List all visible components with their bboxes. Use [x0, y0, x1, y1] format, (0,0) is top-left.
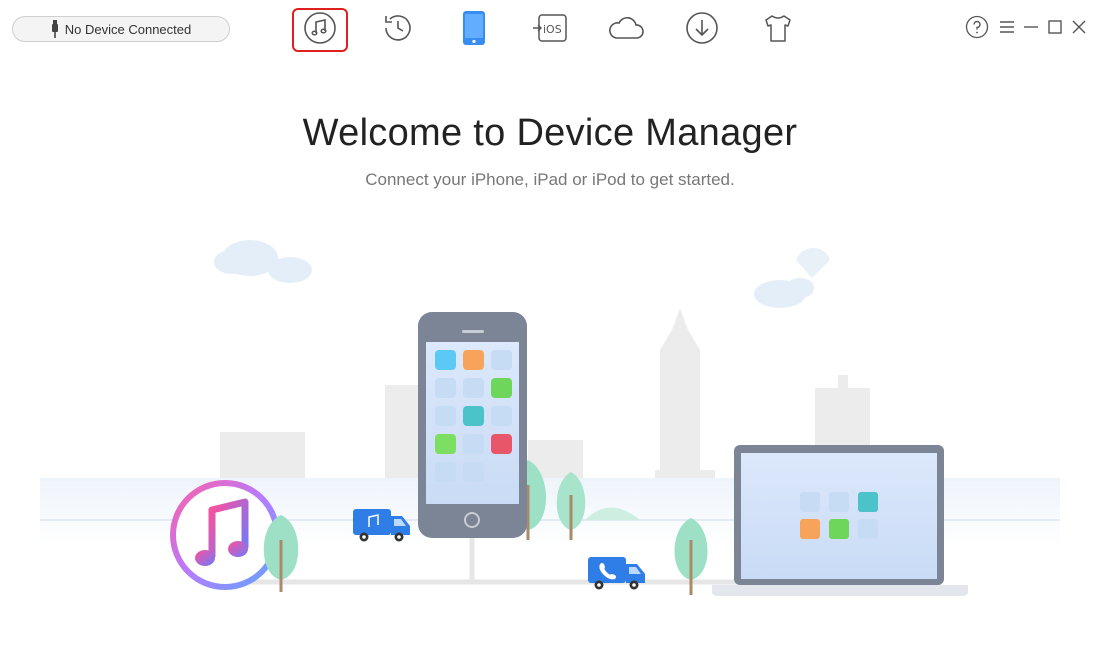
icloud-manager-button[interactable] [598, 8, 654, 52]
ringtone-maker-button[interactable] [750, 8, 806, 52]
laptop-illustration [712, 445, 968, 596]
download-button[interactable] [674, 8, 730, 52]
welcome-illustration [0, 220, 1100, 640]
download-icon [685, 11, 719, 50]
music-manager-button[interactable] [292, 8, 348, 52]
maximize-icon [1047, 19, 1063, 40]
maximize-button[interactable] [1044, 18, 1066, 40]
minimize-button[interactable] [1020, 18, 1042, 40]
device-manager-button[interactable] [446, 8, 502, 52]
music-note-icon [303, 11, 337, 50]
minimize-icon [1023, 20, 1039, 39]
close-icon [1071, 19, 1087, 40]
welcome-title: Welcome to Device Manager [302, 112, 798, 154]
close-button[interactable] [1068, 18, 1090, 40]
welcome-subtitle: Connect your iPhone, iPad or iPod to get… [365, 170, 735, 189]
history-backup-icon [380, 10, 416, 51]
ios-label: iOS [543, 23, 562, 36]
cloud-right [754, 247, 830, 308]
menu-icon [999, 20, 1015, 39]
itunes-logo [170, 480, 280, 590]
icloud-icon [607, 13, 645, 48]
tshirt-icon [762, 12, 794, 49]
phone-manager-icon [461, 10, 487, 51]
cloud-left [214, 240, 312, 283]
help-icon [965, 15, 989, 44]
main-toolbar: iOS [0, 0, 1100, 60]
ios-mover-button[interactable]: iOS [522, 8, 578, 52]
contacts-truck [588, 557, 645, 590]
backup-history-button[interactable] [370, 8, 426, 52]
menu-button[interactable] [996, 18, 1018, 40]
iphone-illustration [418, 312, 527, 538]
ios-transfer-icon: iOS [532, 12, 568, 49]
help-button[interactable] [965, 15, 989, 40]
